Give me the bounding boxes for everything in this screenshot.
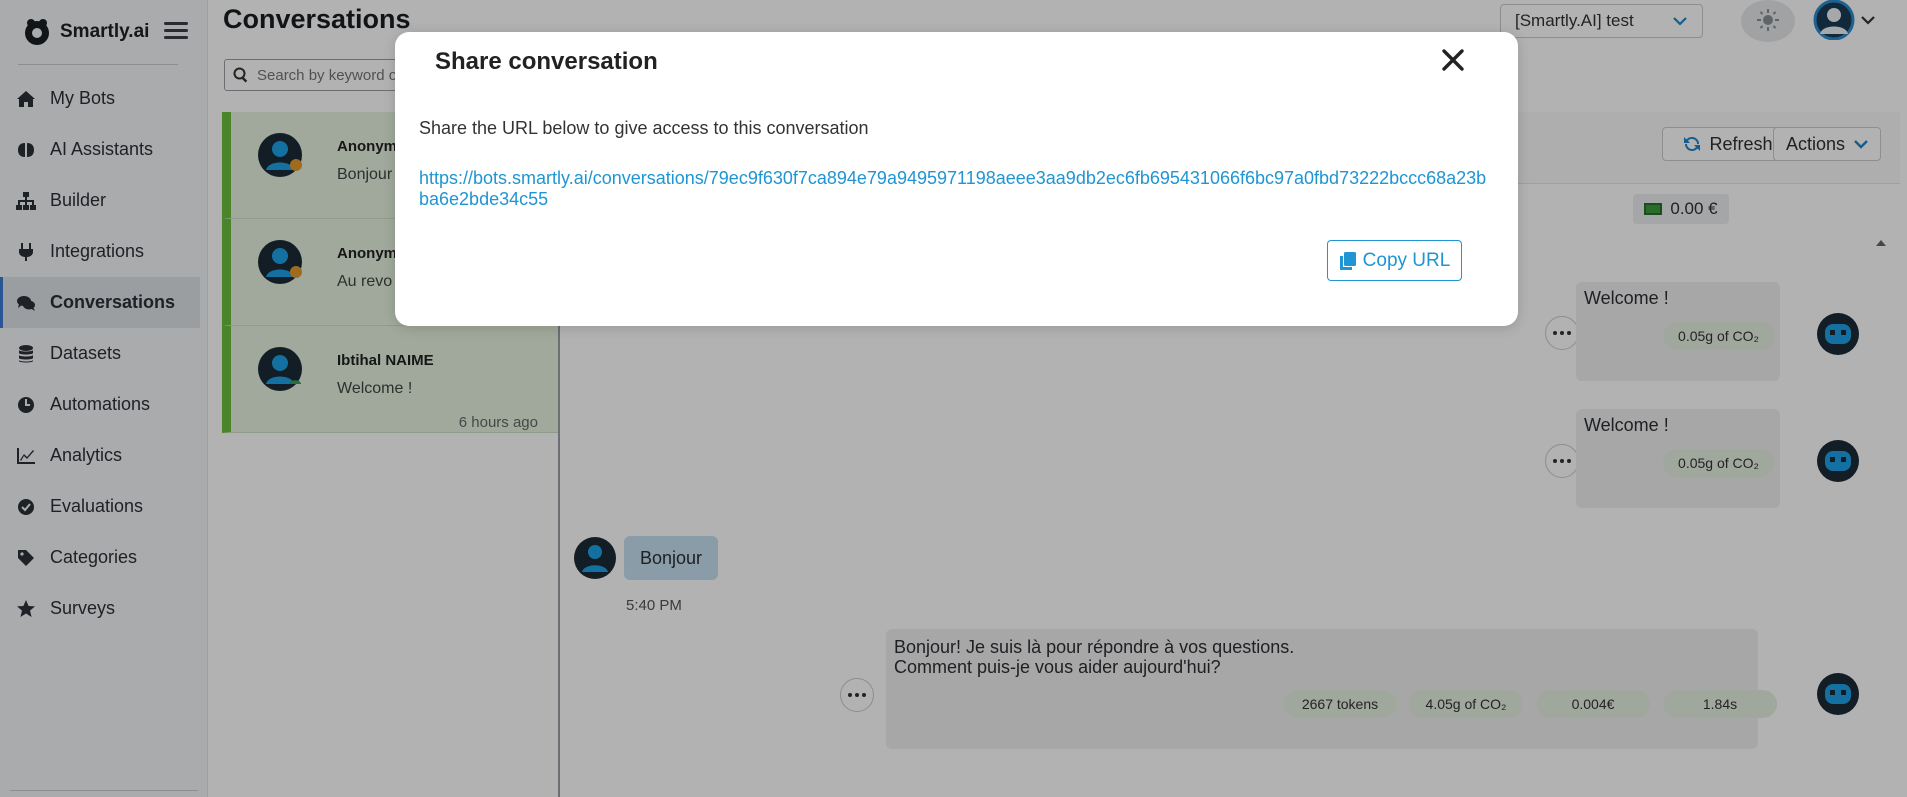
copy-url-button[interactable]: Copy URL xyxy=(1327,240,1462,281)
share-url-link[interactable]: https://bots.smartly.ai/conversations/79… xyxy=(419,168,1495,210)
copy-icon xyxy=(1339,251,1356,270)
copy-url-label: Copy URL xyxy=(1362,249,1451,271)
modal-description: Share the URL below to give access to th… xyxy=(419,118,869,138)
share-conversation-modal: Share conversation Share the URL below t… xyxy=(395,32,1518,326)
modal-title: Share conversation xyxy=(435,48,658,75)
close-icon[interactable] xyxy=(1439,46,1467,74)
